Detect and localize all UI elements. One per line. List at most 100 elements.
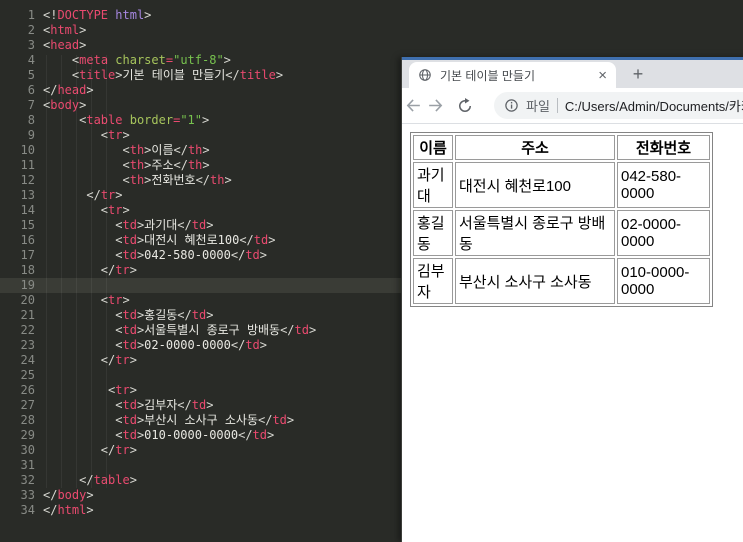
code-text: </tr> (100, 353, 137, 367)
browser-toolbar: 파일 C:/Users/Admin/Documents/카카오 (402, 88, 743, 124)
code-text: <meta charset="utf-8"> (71, 53, 231, 67)
code-text: <tr> (108, 383, 137, 397)
browser-tab[interactable]: 기본 테이블 만들기 × (409, 62, 616, 88)
forward-button[interactable] (424, 93, 446, 119)
line-number: 25 (20, 368, 35, 382)
table-cell: 홍길동 (413, 210, 453, 256)
code-text: <td>서울특별시 종로구 방배동</td> (115, 323, 317, 337)
url-text: C:/Users/Admin/Documents/카카오 (564, 99, 743, 114)
line-number: 21 (20, 308, 35, 322)
line-number: 26 (20, 383, 35, 397)
line-number: 20 (20, 293, 35, 307)
line-number: 13 (20, 188, 35, 202)
reload-button[interactable] (454, 93, 476, 119)
line-number: 3 (27, 38, 35, 52)
line-number: 24 (20, 353, 35, 367)
table-header-cell: 주소 (455, 135, 615, 160)
table-row: 김부자 부산시 소사구 소사동 010-0000-0000 (413, 258, 710, 304)
code-text: <table border="1"> (79, 113, 210, 127)
code-text: <tr> (100, 203, 130, 217)
table-header-cell: 전화번호 (617, 135, 710, 160)
code-text: <td>과기대</td> (115, 218, 214, 232)
code-text: <td>홍길동</td> (115, 308, 214, 322)
code-text: <th>주소</th> (122, 158, 210, 172)
code-text: <td>042-580-0000</td> (115, 248, 268, 262)
line-number: 7 (27, 98, 35, 112)
table-cell: 과기대 (413, 162, 453, 208)
line-number: 23 (20, 338, 35, 352)
code-text: <tr> (100, 293, 130, 307)
code-text: <td>02-0000-0000</td> (115, 338, 268, 352)
line-number: 6 (27, 83, 35, 97)
table-cell: 대전시 혜천로100 (455, 162, 615, 208)
code-line: 1 <!DOCTYPE html> (0, 8, 743, 23)
tab-title: 기본 테이블 만들기 (440, 68, 535, 83)
line-number: 27 (20, 398, 35, 412)
line-number: 31 (20, 458, 35, 472)
table-cell: 서울특별시 종로구 방배동 (455, 210, 615, 256)
line-number: 12 (20, 173, 35, 187)
line-number: 16 (20, 233, 35, 247)
rendered-html-table: 이름 주소 전화번호 과기대 대전시 혜천로100 042-580-0000 홍길동 서울특별… (410, 132, 713, 307)
code-text: <th>전화번호</th> (122, 173, 232, 187)
table-header-row: 이름 주소 전화번호 (413, 135, 710, 160)
line-number: 22 (20, 323, 35, 337)
line-number: 17 (20, 248, 35, 262)
code-text: </table> (79, 473, 137, 487)
code-text: </body> (43, 488, 94, 502)
code-text: <body> (43, 98, 87, 112)
code-text: <td>부산시 소사구 소사동</td> (115, 413, 295, 427)
code-text: </tr> (100, 443, 137, 457)
line-number: 5 (27, 68, 35, 82)
code-text: </tr> (86, 188, 123, 202)
code-text: <td>010-0000-0000</td> (115, 428, 275, 442)
table-row: 과기대 대전시 혜천로100 042-580-0000 (413, 162, 710, 208)
line-number: 18 (20, 263, 35, 277)
code-text: <!DOCTYPE html> (43, 8, 152, 22)
page-info-icon[interactable] (504, 98, 519, 113)
line-number: 32 (20, 473, 35, 487)
code-text: </html> (43, 503, 94, 517)
code-text: <tr> (100, 128, 130, 142)
code-text: </tr> (100, 263, 137, 277)
table-cell: 김부자 (413, 258, 453, 304)
line-number: 33 (20, 488, 35, 502)
line-number: 14 (20, 203, 35, 217)
table-header-cell: 이름 (413, 135, 453, 160)
address-bar[interactable]: 파일 C:/Users/Admin/Documents/카카오 (494, 92, 743, 119)
line-number: 1 (27, 8, 35, 22)
browser-window: 기본 테이블 만들기 × + 파일 C:/Users/Admin/Documen… (401, 57, 743, 542)
line-number: 34 (20, 503, 35, 517)
line-number: 19 (20, 278, 35, 292)
line-number: 2 (27, 23, 35, 37)
globe-favicon-icon (418, 68, 432, 82)
code-text: <head> (43, 38, 87, 52)
back-button[interactable] (402, 93, 424, 119)
code-line: 2 <html> (0, 23, 743, 38)
line-number: 9 (27, 128, 35, 142)
code-text: <title>기본 테이블 만들기</title> (71, 68, 284, 82)
line-number: 28 (20, 413, 35, 427)
table-cell: 042-580-0000 (617, 162, 710, 208)
line-number: 4 (27, 53, 35, 67)
line-number: 10 (20, 143, 35, 157)
code-text: <td>대전시 혜천로100</td> (115, 233, 276, 247)
table-cell: 010-0000-0000 (617, 258, 710, 304)
table-row: 홍길동 서울특별시 종로구 방배동 02-0000-0000 (413, 210, 710, 256)
url-separator (556, 98, 558, 113)
line-number: 11 (20, 158, 35, 172)
code-line: 3 <head> (0, 38, 743, 53)
page-content: 이름 주소 전화번호 과기대 대전시 혜천로100 042-580-0000 홍길동 서울특별… (402, 124, 743, 542)
code-text: <html> (43, 23, 87, 37)
code-text: <th>이름</th> (122, 143, 210, 157)
line-number: 8 (27, 113, 35, 127)
table-cell: 부산시 소사구 소사동 (455, 258, 615, 304)
tab-close-icon[interactable]: × (598, 68, 607, 83)
new-tab-button[interactable]: + (626, 62, 650, 86)
table-cell: 02-0000-0000 (617, 210, 710, 256)
line-number: 29 (20, 428, 35, 442)
file-scheme-label: 파일 (526, 99, 550, 114)
